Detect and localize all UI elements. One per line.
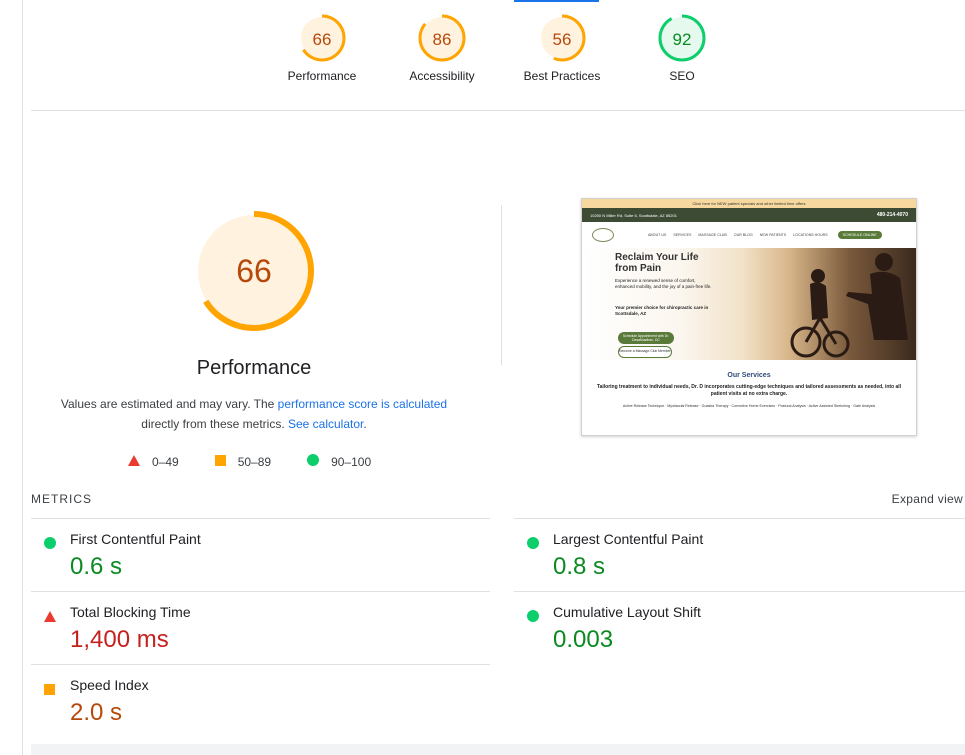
site-logo xyxy=(592,228,614,242)
site-services-title: Our Services xyxy=(727,372,771,379)
average-square-icon xyxy=(44,682,55,700)
site-address: 10250 N Miller Rd, Suite 6, Scottsdale, … xyxy=(590,212,677,218)
site-services: Our Services Tailoring treatment to indi… xyxy=(582,360,916,409)
metric-value: 0.003 xyxy=(553,626,614,653)
desc-text: . xyxy=(363,417,367,431)
metric-divider xyxy=(31,664,490,665)
metric-value: 0.8 s xyxy=(553,553,606,580)
pass-circle-icon xyxy=(527,536,539,554)
pass-circle-icon xyxy=(527,609,539,627)
gauge-label: Performance xyxy=(287,69,357,83)
gauge-score: 66 xyxy=(313,30,332,49)
metric-divider xyxy=(514,591,965,592)
square-icon xyxy=(214,454,226,469)
gauge-score: 56 xyxy=(553,30,572,49)
site-hero-title: Reclaim Your Life from Pain xyxy=(615,252,699,274)
score-legend: 0–49 50–89 90–100 xyxy=(128,454,407,469)
see-calculator-link[interactable]: See calculator xyxy=(288,417,363,431)
final-screenshot[interactable]: Click here for NEW patient specials and … xyxy=(581,198,917,436)
site-hero-text: Your premier choice for chiropractic car… xyxy=(615,305,709,316)
gauge-seo[interactable]: 92 SEO xyxy=(622,14,742,83)
bottom-panel-edge xyxy=(31,744,965,755)
site-hero-button: Schedule Appointment with Dr. Desafinadh… xyxy=(618,332,674,344)
gauge-label: Accessibility xyxy=(409,69,475,83)
site-nav-item: NEW PATIENTS xyxy=(759,233,787,237)
performance-score-link[interactable]: performance score is calculated xyxy=(278,397,447,411)
legend-average-range: 50–89 xyxy=(237,454,272,469)
legend-fail: 0–49 xyxy=(128,454,179,469)
site-services-tags: Active Release Technique · Myofascial Re… xyxy=(622,404,876,408)
desc-text: directly from these metrics. xyxy=(141,417,288,431)
pass-circle-icon xyxy=(44,536,56,554)
triangle-icon xyxy=(128,454,140,469)
left-border xyxy=(22,0,23,755)
site-topbar: 10250 N Miller Rd, Suite 6, Scottsdale, … xyxy=(582,208,916,222)
site-hero-button: Become a Massage Club Member xyxy=(618,346,672,358)
site-nav-item: LOCATIONS HOURS xyxy=(793,233,828,237)
metric-name: Speed Index xyxy=(70,677,149,693)
performance-description: Values are estimated and may vary. The p… xyxy=(40,394,468,434)
performance-title: Performance xyxy=(196,357,312,379)
score-summary: 66 Performance 86 Accessibility 56 Best … xyxy=(0,14,965,110)
hero-photo xyxy=(790,253,908,358)
expand-view-toggle[interactable]: Expand view xyxy=(892,492,963,506)
gauge-performance[interactable]: 66 Performance xyxy=(262,14,382,83)
summary-divider xyxy=(31,110,965,111)
legend-average: 50–89 xyxy=(214,454,272,469)
metric-divider xyxy=(514,518,965,519)
gauge-label: Best Practices xyxy=(523,69,601,83)
site-banner: Click here for NEW patient specials and … xyxy=(582,199,916,208)
circle-icon xyxy=(307,454,320,469)
site-schedule-button: SCHEDULE ONLINE xyxy=(837,231,882,239)
performance-section: 66 Performance Values are estimated and … xyxy=(40,205,468,434)
site-nav: ABOUT US SERVICES MASSAGE CLUB OUR BLOG … xyxy=(582,222,916,248)
performance-gauge: 66 xyxy=(194,211,314,331)
metric-name: Largest Contentful Paint xyxy=(553,531,704,547)
metric-name: Cumulative Layout Shift xyxy=(553,604,701,620)
metric-value: 1,400 ms xyxy=(70,626,169,653)
metric-value: 0.6 s xyxy=(70,553,123,580)
section-divider xyxy=(501,205,502,365)
site-nav-item: SERVICES xyxy=(673,233,692,237)
active-tab-indicator xyxy=(514,0,599,2)
site-nav-item: ABOUT US xyxy=(648,233,667,237)
metric-value: 2.0 s xyxy=(70,699,123,726)
performance-score: 66 xyxy=(236,253,272,289)
site-services-desc: Tailoring treatment to individual needs,… xyxy=(596,384,902,397)
metric-name: Total Blocking Time xyxy=(70,604,191,620)
site-nav-item: OUR BLOG xyxy=(733,233,753,237)
site-hero-text: Experience a renewed sense of comfort, e… xyxy=(615,278,712,289)
metrics-heading: METRICS xyxy=(31,492,92,506)
gauge-best-practices[interactable]: 56 Best Practices xyxy=(502,14,622,83)
metric-divider xyxy=(31,518,490,519)
legend-fail-range: 0–49 xyxy=(152,454,179,469)
gauge-ring: 86 xyxy=(418,14,466,62)
gauge-ring: 92 xyxy=(658,14,706,62)
site-hero: Reclaim Your Life from Pain Experience a… xyxy=(582,248,916,360)
site-phone: 480-214-4070 xyxy=(876,212,908,218)
legend-pass-range: 90–100 xyxy=(331,454,372,469)
desc-text: Values are estimated and may vary. The xyxy=(60,397,278,411)
gauge-label: SEO xyxy=(669,69,695,83)
gauge-ring: 66 xyxy=(298,14,346,62)
metric-divider xyxy=(31,591,490,592)
gauge-ring: 56 xyxy=(538,14,586,62)
gauge-score: 86 xyxy=(433,30,452,49)
legend-pass: 90–100 xyxy=(307,454,371,469)
gauge-score: 92 xyxy=(673,30,692,49)
metric-name: First Contentful Paint xyxy=(70,531,201,547)
gauge-accessibility[interactable]: 86 Accessibility xyxy=(382,14,502,83)
site-nav-item: MASSAGE CLUB xyxy=(698,233,727,237)
fail-triangle-icon xyxy=(44,609,56,627)
